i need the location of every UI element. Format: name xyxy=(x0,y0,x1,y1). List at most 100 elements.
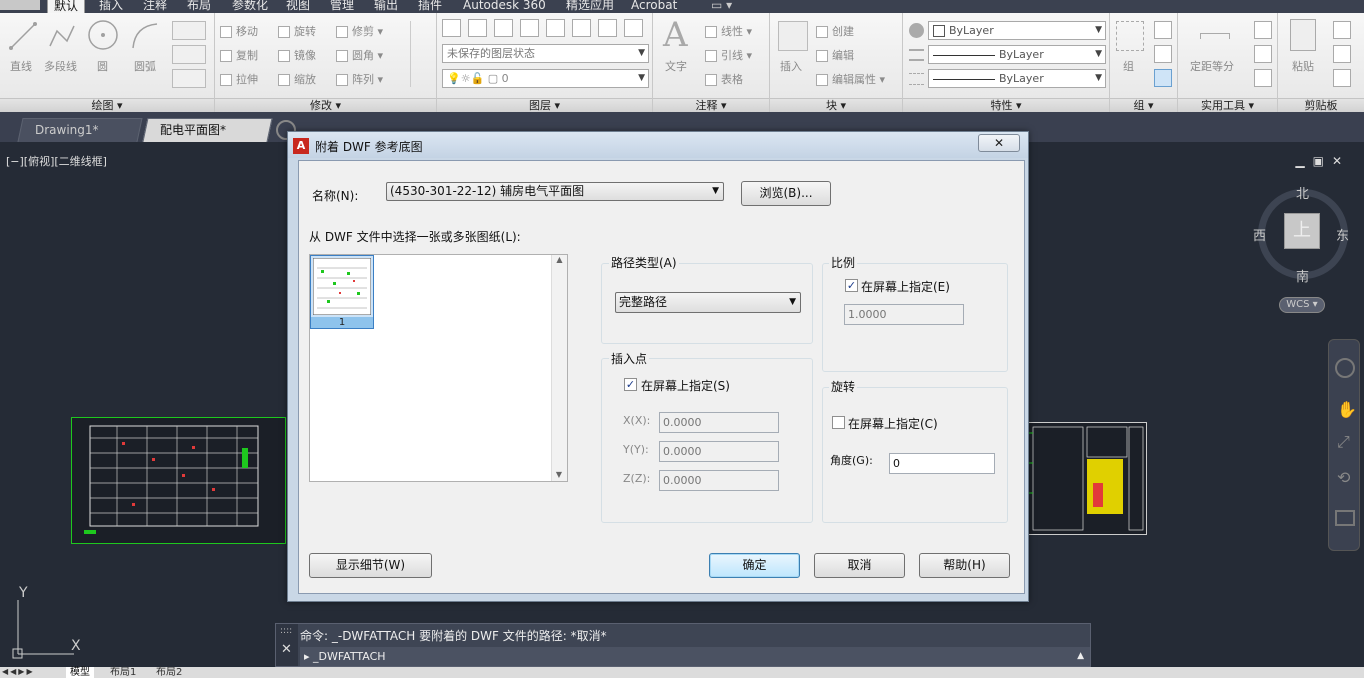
tab-view[interactable]: 视图 xyxy=(280,0,316,13)
rotation-onscreen-checkbox[interactable] xyxy=(832,416,845,429)
tab-featured-apps[interactable]: 精选应用 xyxy=(560,0,620,13)
angle-field[interactable]: 0 xyxy=(889,453,995,474)
viewcube-top-face[interactable]: 上 xyxy=(1284,213,1320,249)
rectangle-icon[interactable] xyxy=(172,21,206,40)
cut-icon[interactable] xyxy=(1333,21,1351,39)
tab-model[interactable]: 模型 xyxy=(66,667,94,678)
move-button[interactable]: 移动 xyxy=(220,23,258,39)
tab-acrobat[interactable]: Acrobat xyxy=(625,0,683,13)
panel-draw-title[interactable]: 绘图 ▾ xyxy=(0,98,214,112)
layer-off-icon[interactable] xyxy=(572,19,591,37)
scroll-up-icon[interactable]: ▲ xyxy=(552,255,567,264)
name-dropdown[interactable]: (4530-301-22-12) 辅房电气平面图 ▼ xyxy=(386,182,724,201)
app-menu-button[interactable] xyxy=(0,0,40,10)
ok-button[interactable]: 确定 xyxy=(709,553,800,578)
polyline-button[interactable]: 多段线 xyxy=(44,58,77,74)
tab-insert[interactable]: 插入 xyxy=(93,0,129,13)
dialog-titlebar[interactable]: A 附着 DWF 参考底图 ✕ xyxy=(288,132,1028,158)
insert-onscreen-checkbox[interactable]: ✓ xyxy=(624,378,637,391)
pan-icon[interactable]: ✋ xyxy=(1337,400,1357,419)
scale-field[interactable]: 1.0000 xyxy=(844,304,964,325)
path-type-dropdown[interactable]: 完整路径 ▼ xyxy=(615,292,801,313)
layer-properties-icon[interactable] xyxy=(442,19,461,37)
group-button[interactable]: 组 xyxy=(1123,58,1134,74)
y-field[interactable]: 0.0000 xyxy=(659,441,779,462)
viewport-controls[interactable]: ▁▣✕ xyxy=(1295,154,1350,168)
showmotion-icon[interactable] xyxy=(1335,510,1355,526)
group-edit-icon[interactable] xyxy=(1154,45,1172,63)
panel-modify-title[interactable]: 修改 ▾ xyxy=(215,98,436,112)
copy-clip-icon[interactable] xyxy=(1333,45,1351,63)
layer-previous-icon[interactable] xyxy=(494,19,513,37)
match-prop-icon[interactable] xyxy=(1333,69,1351,87)
panel-annotation-title[interactable]: 注释 ▾ xyxy=(653,98,769,112)
ungroup-icon[interactable] xyxy=(1154,21,1172,39)
id-point-icon[interactable] xyxy=(1254,21,1272,39)
scroll-down-icon[interactable]: ▼ xyxy=(552,470,566,479)
arc-button[interactable]: 圆弧 xyxy=(134,58,156,74)
panel-block-title[interactable]: 块 ▾ xyxy=(770,98,902,112)
tab-plugins[interactable]: 插件 xyxy=(412,0,448,13)
create-block-button[interactable]: 创建 xyxy=(816,23,854,39)
leader-button[interactable]: 引线 ▾ xyxy=(705,47,752,63)
viewport-label[interactable]: [−][俯视][二维线框] xyxy=(6,153,107,169)
layout-nav-arrows[interactable]: ◀◀▶▶ xyxy=(2,667,35,676)
layer-lock-icon[interactable] xyxy=(598,19,617,37)
linetype-dropdown[interactable]: ByLayer ▼ xyxy=(928,45,1106,64)
stretch-button[interactable]: 拉伸 xyxy=(220,71,258,87)
viewcube-north[interactable]: 北 xyxy=(1296,183,1309,202)
layer-dropdown[interactable]: 💡☼🔓 ▢ 0 ▼ xyxy=(442,69,649,88)
wcs-menu[interactable]: WCS ▾ xyxy=(1279,297,1325,313)
dialog-close-button[interactable]: ✕ xyxy=(978,134,1020,152)
command-grip[interactable]: :::: ✕ xyxy=(276,624,298,666)
tab-output[interactable]: 输出 xyxy=(368,0,404,13)
z-field[interactable]: 0.0000 xyxy=(659,470,779,491)
hatch-icon[interactable] xyxy=(172,45,206,64)
tab-parametric[interactable]: 参数化 xyxy=(226,0,274,13)
paste-button[interactable]: 粘贴 xyxy=(1292,58,1314,74)
line-button[interactable]: 直线 xyxy=(10,58,32,74)
trim-button[interactable]: 修剪 ▾ xyxy=(336,23,383,39)
color-dropdown[interactable]: ByLayer ▼ xyxy=(928,21,1106,40)
measure-button[interactable]: 定距等分 xyxy=(1190,58,1234,74)
tab-autodesk360[interactable]: Autodesk 360 xyxy=(457,0,552,13)
viewcube-east[interactable]: 东 xyxy=(1336,225,1349,244)
ribbon-toggle-icon[interactable]: ▭ ▾ xyxy=(705,0,738,13)
x-field[interactable]: 0.0000 xyxy=(659,412,779,433)
sheet-thumbnail[interactable]: 1 xyxy=(310,255,374,329)
table-button[interactable]: 表格 xyxy=(705,71,743,87)
circle-button[interactable]: 圆 xyxy=(97,58,108,74)
copy-button[interactable]: 复制 xyxy=(220,47,258,63)
linear-dim-button[interactable]: 线性 ▾ xyxy=(705,23,752,39)
boundary-icon[interactable] xyxy=(172,69,206,88)
tab-annotate[interactable]: 注释 xyxy=(137,0,173,13)
layer-isolate-icon[interactable] xyxy=(520,19,539,37)
panel-utilities-title[interactable]: 实用工具 ▾ xyxy=(1178,98,1277,112)
tab-layout[interactable]: 布局 xyxy=(181,0,217,13)
panel-properties-title[interactable]: 特性 ▾ xyxy=(903,98,1109,112)
calculator-icon[interactable] xyxy=(1254,69,1272,87)
mirror-button[interactable]: 镜像 xyxy=(278,47,316,63)
edit-block-button[interactable]: 编辑 xyxy=(816,47,854,63)
command-recent-icon[interactable]: ▲ xyxy=(1077,647,1084,666)
orbit-icon[interactable]: ⟲ xyxy=(1337,468,1350,487)
help-button[interactable]: 帮助(H) xyxy=(919,553,1010,578)
quick-select-icon[interactable] xyxy=(1254,45,1272,63)
sheet-list[interactable]: 1 ▲ ▼ xyxy=(309,254,568,482)
layer-unlock-icon[interactable] xyxy=(624,19,643,37)
edit-attributes-button[interactable]: 编辑属性 ▾ xyxy=(816,71,885,87)
fillet-button[interactable]: 圆角 ▾ xyxy=(336,47,383,63)
tab-default[interactable]: 默认 xyxy=(47,0,86,13)
layer-match-icon[interactable] xyxy=(468,19,487,37)
tab-manage[interactable]: 管理 xyxy=(324,0,360,13)
array-button[interactable]: 阵列 ▾ xyxy=(336,71,383,87)
layer-freeze-icon[interactable] xyxy=(546,19,565,37)
tab-drawing1[interactable]: Drawing1* xyxy=(17,118,143,142)
lineweight-dropdown[interactable]: ByLayer ▼ xyxy=(928,69,1106,88)
tab-layout2[interactable]: 布局2 xyxy=(152,667,186,678)
tab-distribution-plan[interactable]: 配电平面图* ✕ xyxy=(142,118,273,159)
scale-button[interactable]: 缩放 xyxy=(278,71,316,87)
panel-layers-title[interactable]: 图层 ▾ xyxy=(437,98,652,112)
group-select-icon[interactable] xyxy=(1154,69,1172,87)
steering-wheel-icon[interactable] xyxy=(1335,358,1355,378)
